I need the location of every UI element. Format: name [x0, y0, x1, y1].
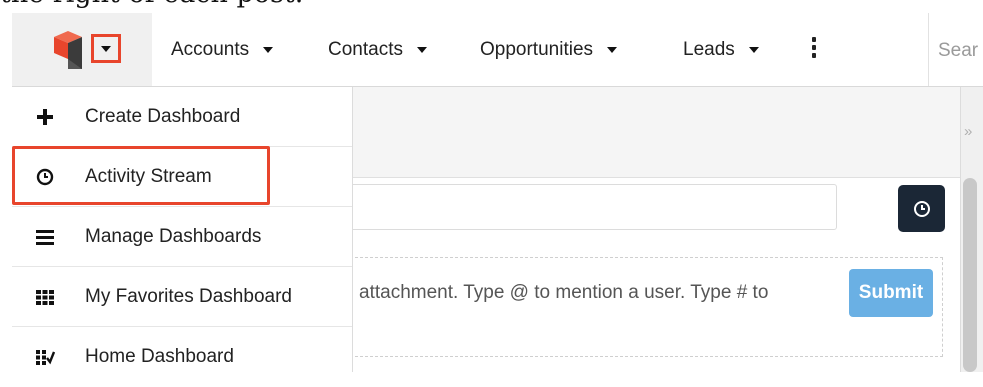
nav-tab-label: Contacts [328, 38, 403, 60]
activity-post-box[interactable]: attachment. Type @ to mention a user. Ty… [340, 257, 943, 357]
logo-area[interactable] [12, 13, 152, 86]
activity-clock-button[interactable] [898, 185, 945, 232]
scrollbar[interactable] [963, 178, 977, 372]
grid-check-icon [34, 346, 56, 368]
logo-dropdown-menu: Create Dashboard Activity Stream Manage … [12, 87, 353, 372]
logo-dropdown-toggle[interactable] [91, 34, 121, 63]
caret-down-icon [748, 46, 759, 53]
menu-item-create-dashboard[interactable]: Create Dashboard [12, 87, 352, 147]
top-navigation-bar: Accounts Contacts Opportunities Leads Se… [12, 13, 983, 87]
menu-item-manage-dashboards[interactable]: Manage Dashboards [12, 207, 352, 267]
menu-item-label: Create Dashboard [85, 105, 241, 127]
nav-tab-leads[interactable]: Leads [683, 13, 759, 86]
caret-down-icon [263, 46, 274, 53]
menu-item-label: Manage Dashboards [85, 225, 262, 247]
menu-item-activity-stream[interactable]: Activity Stream [12, 147, 352, 207]
menu-item-label: Activity Stream [85, 165, 212, 187]
sugar-cube-logo-icon [54, 31, 82, 69]
nav-tab-opportunities[interactable]: Opportunities [480, 13, 618, 86]
post-input-placeholder[interactable]: attachment. Type @ to mention a user. Ty… [359, 282, 768, 304]
dashboard-header-panel [352, 87, 960, 178]
nav-tab-label: Leads [683, 38, 735, 60]
activity-filter-input[interactable] [340, 184, 837, 230]
document-caption: the right of each post. [0, 0, 303, 9]
nav-tab-accounts[interactable]: Accounts [171, 13, 274, 86]
caret-down-icon [416, 46, 427, 53]
menu-item-my-favorites-dashboard[interactable]: My Favorites Dashboard [12, 267, 352, 327]
search-divider [928, 13, 929, 86]
global-search-input[interactable]: Sear [938, 40, 978, 62]
nav-tab-label: Accounts [171, 38, 250, 60]
nav-tab-contacts[interactable]: Contacts [328, 13, 427, 86]
menu-item-label: My Favorites Dashboard [85, 285, 292, 307]
more-menu-kebab-icon[interactable] [810, 37, 818, 58]
caret-down-icon [101, 45, 111, 52]
menu-item-home-dashboard[interactable]: Home Dashboard [12, 327, 352, 387]
clock-icon [34, 166, 56, 188]
clock-icon [913, 200, 930, 217]
nav-tab-label: Opportunities [480, 38, 594, 60]
plus-icon [34, 106, 56, 128]
menu-item-label: Home Dashboard [85, 346, 234, 367]
grid-icon [34, 286, 56, 308]
menu-lines-icon [34, 226, 56, 248]
expand-double-chevron-icon[interactable]: » [964, 123, 972, 140]
caret-down-icon [607, 46, 618, 53]
submit-button[interactable]: Submit [849, 269, 933, 317]
